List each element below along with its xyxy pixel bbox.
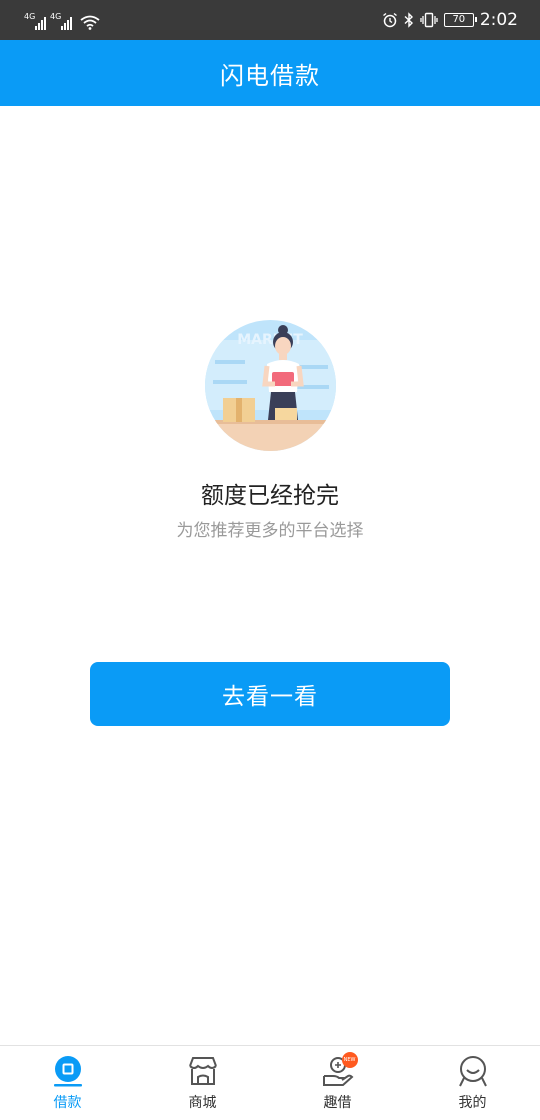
market-illustration: MARKET [205,320,336,451]
status-left: 4G 4G [24,10,100,30]
page-title: 闪电借款 [220,61,320,90]
store-icon [188,1057,217,1085]
nav-label-mine: 我的 [458,1095,487,1111]
signal-icon: 4G [24,12,46,30]
profile-icon [458,1056,487,1087]
clock: 2:02 [479,10,518,30]
new-badge: NEW [341,1052,358,1068]
nav-item-fun-loan[interactable]: NEW 趣借 [270,1046,405,1120]
go-browse-button[interactable]: 去看一看 [90,662,450,726]
nav-label-loan: 借款 [53,1095,82,1111]
network-type-2: 4G [50,12,62,21]
market-sign-text: MARKET [237,332,303,348]
bluetooth-icon [404,12,413,28]
nav-item-store[interactable]: 商城 [135,1046,270,1120]
nav-label-fun-loan: 趣借 [323,1095,352,1111]
loan-icon [53,1056,82,1087]
nav-item-loan[interactable]: 借款 [0,1046,135,1120]
battery-icon: 70 [443,13,477,27]
status-bar: 4G 4G 70 2:02 [0,0,540,40]
status-right: 70 2:02 [382,8,518,32]
empty-state-subline: 为您推荐更多的平台选择 [176,521,364,541]
empty-state-headline: 额度已经抢完 [201,483,339,509]
wifi-icon [80,15,100,30]
alarm-icon [382,12,397,28]
nav-label-store: 商城 [188,1095,217,1111]
signal-icon: 4G [50,12,72,30]
hand-coin-icon: NEW [321,1052,358,1088]
vibrate-icon [420,12,438,28]
network-type-1: 4G [24,12,36,21]
title-bar: 闪电借款 [0,40,540,106]
nav-item-mine[interactable]: 我的 [405,1046,540,1120]
bottom-nav: 借款 商城 NEW 趣借 我的 [0,1045,540,1120]
